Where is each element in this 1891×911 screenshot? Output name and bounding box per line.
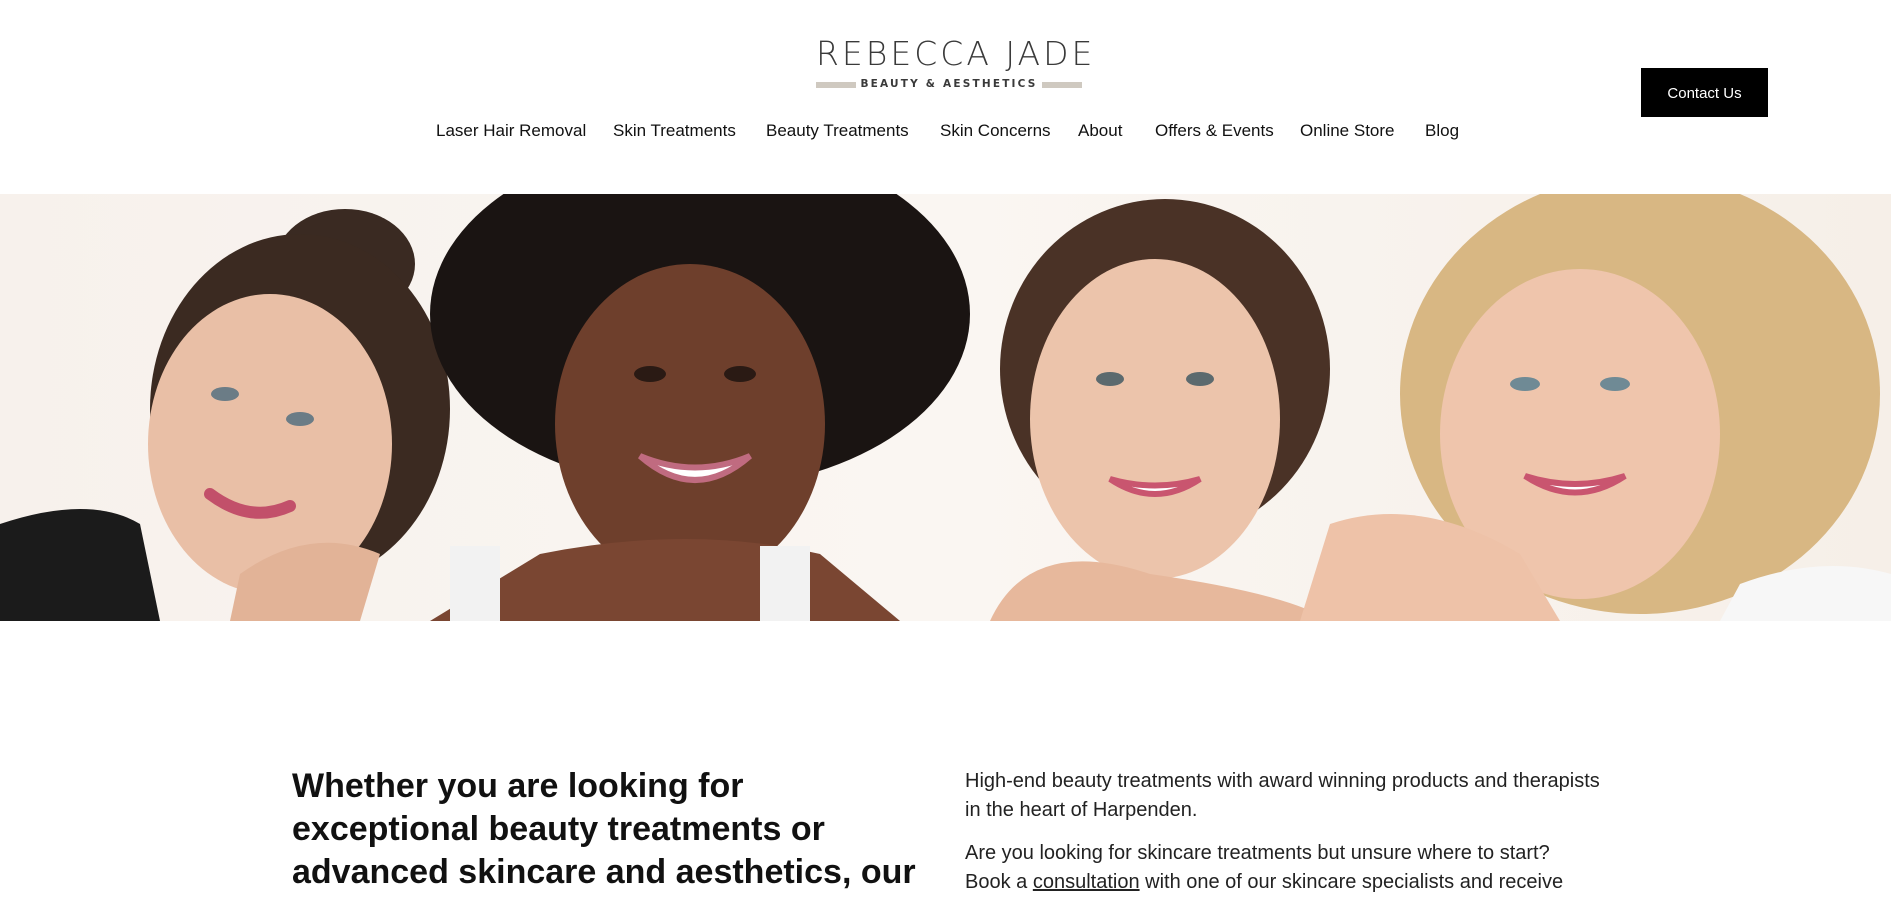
brand-logo[interactable]: REBECCA JADE BEAUTY & AESTHETICS <box>816 34 1096 92</box>
brand-tagline: BEAUTY & AESTHETICS <box>860 78 1038 90</box>
brand-name: REBECCA JADE <box>816 34 1096 73</box>
intro-heading-block: Whether you are looking for exceptional … <box>292 765 932 894</box>
hero-image <box>0 194 1891 621</box>
nav-item-about[interactable]: About <box>1078 119 1122 143</box>
nav-item-offers-events[interactable]: Offers & Events <box>1155 119 1274 143</box>
nav-item-skin-concerns[interactable]: Skin Concerns <box>940 119 1051 143</box>
contact-us-button[interactable]: Contact Us <box>1641 68 1768 117</box>
hero-photo-illustration <box>0 194 1891 621</box>
logo-rule-right <box>1042 82 1082 88</box>
intro-paragraph-2-line1: Are you looking for skincare treatments … <box>965 842 1550 864</box>
intro-paragraph-2-suffix: with one of our skincare specialists and… <box>1139 871 1564 893</box>
brand-tagline-row: BEAUTY & AESTHETICS <box>816 76 1082 92</box>
intro-text-block: High-end beauty treatments with award wi… <box>965 767 1605 911</box>
main-nav: Laser Hair Removal Skin Treatments Beaut… <box>0 119 1891 143</box>
logo-rule-left <box>816 82 856 88</box>
intro-heading: Whether you are looking for exceptional … <box>292 767 916 891</box>
nav-item-beauty-treatments[interactable]: Beauty Treatments <box>766 119 909 143</box>
nav-item-blog[interactable]: Blog <box>1425 119 1459 143</box>
nav-item-laser-hair-removal[interactable]: Laser Hair Removal <box>436 119 586 143</box>
intro-paragraph-1: High-end beauty treatments with award wi… <box>965 770 1600 821</box>
intro-paragraph-2-prefix: Book a <box>965 871 1033 893</box>
consultation-link[interactable]: consultation <box>1033 871 1140 893</box>
nav-item-online-store[interactable]: Online Store <box>1300 119 1395 143</box>
nav-item-skin-treatments[interactable]: Skin Treatments <box>613 119 736 143</box>
intro-paragraph-2: Are you looking for skincare treatments … <box>965 839 1605 897</box>
site-header: REBECCA JADE BEAUTY & AESTHETICS Contact… <box>0 0 1891 194</box>
